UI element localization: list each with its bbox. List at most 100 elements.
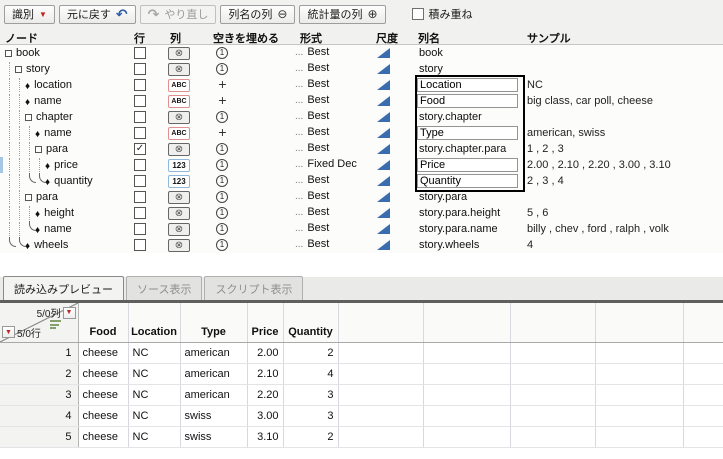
columns-red-triangle-button[interactable] [62, 306, 76, 319]
abc-column-icon[interactable] [168, 127, 190, 140]
cell[interactable]: 2.20 [247, 384, 284, 406]
continuous-scale-icon[interactable] [377, 96, 390, 106]
undo-button[interactable]: 元に戻す [58, 4, 136, 24]
stack-checkbox[interactable] [411, 8, 424, 20]
cell[interactable]: 3.00 [247, 405, 284, 427]
col-header-type[interactable]: Type [180, 303, 248, 343]
plus-icon[interactable] [216, 94, 229, 108]
circle-one-icon[interactable] [216, 191, 228, 203]
cell[interactable]: NC [128, 426, 181, 448]
row-checkbox[interactable] [134, 127, 146, 139]
cell[interactable]: NC [128, 384, 181, 406]
col-header-food[interactable]: Food [78, 303, 129, 343]
circle-one-icon[interactable] [216, 111, 228, 123]
circle-one-icon[interactable] [216, 223, 228, 235]
no-column-icon[interactable] [168, 143, 190, 156]
cell[interactable]: NC [128, 342, 181, 364]
column-name-input[interactable] [417, 158, 518, 172]
num-column-icon[interactable] [168, 175, 190, 188]
row-number[interactable]: 4 [0, 405, 79, 427]
cell[interactable]: NC [128, 363, 181, 385]
cell[interactable]: swiss [180, 405, 248, 427]
cell[interactable]: 2.00 [247, 342, 284, 364]
circle-one-icon[interactable] [216, 159, 228, 171]
col-header-price[interactable]: Price [247, 303, 284, 343]
row-checkbox[interactable] [134, 175, 146, 187]
cell[interactable]: 3 [283, 405, 339, 427]
continuous-scale-icon[interactable] [377, 224, 390, 234]
abc-column-icon[interactable] [168, 79, 190, 92]
continuous-scale-icon[interactable] [377, 80, 390, 90]
col-header-location[interactable]: Location [128, 303, 181, 343]
redo-button[interactable]: やり直し [139, 4, 217, 24]
cell[interactable]: NC [128, 405, 181, 427]
row-checkbox[interactable] [134, 191, 146, 203]
row-checkbox[interactable] [134, 79, 146, 91]
tab-script-view[interactable]: スクリプト表示 [204, 276, 304, 300]
cell[interactable]: cheese [78, 405, 129, 427]
column-name-input[interactable] [417, 174, 518, 188]
abc-column-icon[interactable] [168, 95, 190, 108]
row-number[interactable]: 1 [0, 342, 79, 364]
identify-button[interactable]: 識別 [4, 4, 55, 24]
row-checkbox[interactable] [134, 63, 146, 75]
cell[interactable]: cheese [78, 426, 129, 448]
continuous-scale-icon[interactable] [377, 64, 390, 74]
cell[interactable]: 3 [283, 384, 339, 406]
column-name-input[interactable] [417, 78, 518, 92]
row-checkbox[interactable] [134, 47, 146, 59]
plus-icon[interactable] [216, 78, 229, 92]
column-name-column-button[interactable]: 列名の列 [220, 4, 296, 24]
column-name-input[interactable] [417, 126, 518, 140]
continuous-scale-icon[interactable] [377, 48, 390, 58]
row-checkbox[interactable] [134, 95, 146, 107]
circle-one-icon[interactable] [216, 63, 228, 75]
cell[interactable]: american [180, 342, 248, 364]
no-column-icon[interactable] [168, 239, 190, 252]
col-header-quantity[interactable]: Quantity [283, 303, 339, 343]
continuous-scale-icon[interactable] [377, 176, 390, 186]
tab-source-view[interactable]: ソース表示 [126, 276, 203, 300]
cell[interactable]: 2 [283, 426, 339, 448]
continuous-scale-icon[interactable] [377, 112, 390, 122]
row-checkbox[interactable]: ✓ [134, 143, 146, 155]
continuous-scale-icon[interactable] [377, 160, 390, 170]
num-column-icon[interactable] [168, 159, 190, 172]
cell[interactable]: american [180, 384, 248, 406]
columns-panel-icon[interactable] [49, 320, 61, 329]
circle-one-icon[interactable] [216, 239, 228, 251]
no-column-icon[interactable] [168, 47, 190, 60]
continuous-scale-icon[interactable] [377, 240, 390, 250]
circle-one-icon[interactable] [216, 47, 228, 59]
continuous-scale-icon[interactable] [377, 208, 390, 218]
row-checkbox[interactable] [134, 239, 146, 251]
cell[interactable]: 2.10 [247, 363, 284, 385]
no-column-icon[interactable] [168, 111, 190, 124]
tab-import-preview[interactable]: 読み込みプレビュー [3, 276, 124, 300]
rows-red-triangle-button[interactable] [2, 326, 15, 338]
row-checkbox[interactable] [134, 111, 146, 123]
cell[interactable]: american [180, 363, 248, 385]
statistics-column-button[interactable]: 統計量の列 [299, 4, 386, 24]
no-column-icon[interactable] [168, 63, 190, 76]
cell[interactable]: 2 [283, 342, 339, 364]
cell[interactable]: 4 [283, 363, 339, 385]
cell[interactable]: swiss [180, 426, 248, 448]
row-number[interactable]: 3 [0, 384, 79, 406]
column-name-input[interactable] [417, 94, 518, 108]
circle-one-icon[interactable] [216, 175, 228, 187]
cell[interactable]: cheese [78, 342, 129, 364]
row-number[interactable]: 5 [0, 426, 79, 448]
continuous-scale-icon[interactable] [377, 144, 390, 154]
no-column-icon[interactable] [168, 223, 190, 236]
cell[interactable]: cheese [78, 363, 129, 385]
circle-one-icon[interactable] [216, 207, 228, 219]
cell[interactable]: cheese [78, 384, 129, 406]
row-checkbox[interactable] [134, 207, 146, 219]
plus-icon[interactable] [216, 126, 229, 140]
continuous-scale-icon[interactable] [377, 128, 390, 138]
row-number[interactable]: 2 [0, 363, 79, 385]
circle-one-icon[interactable] [216, 143, 228, 155]
cell[interactable]: 3.10 [247, 426, 284, 448]
no-column-icon[interactable] [168, 191, 190, 204]
